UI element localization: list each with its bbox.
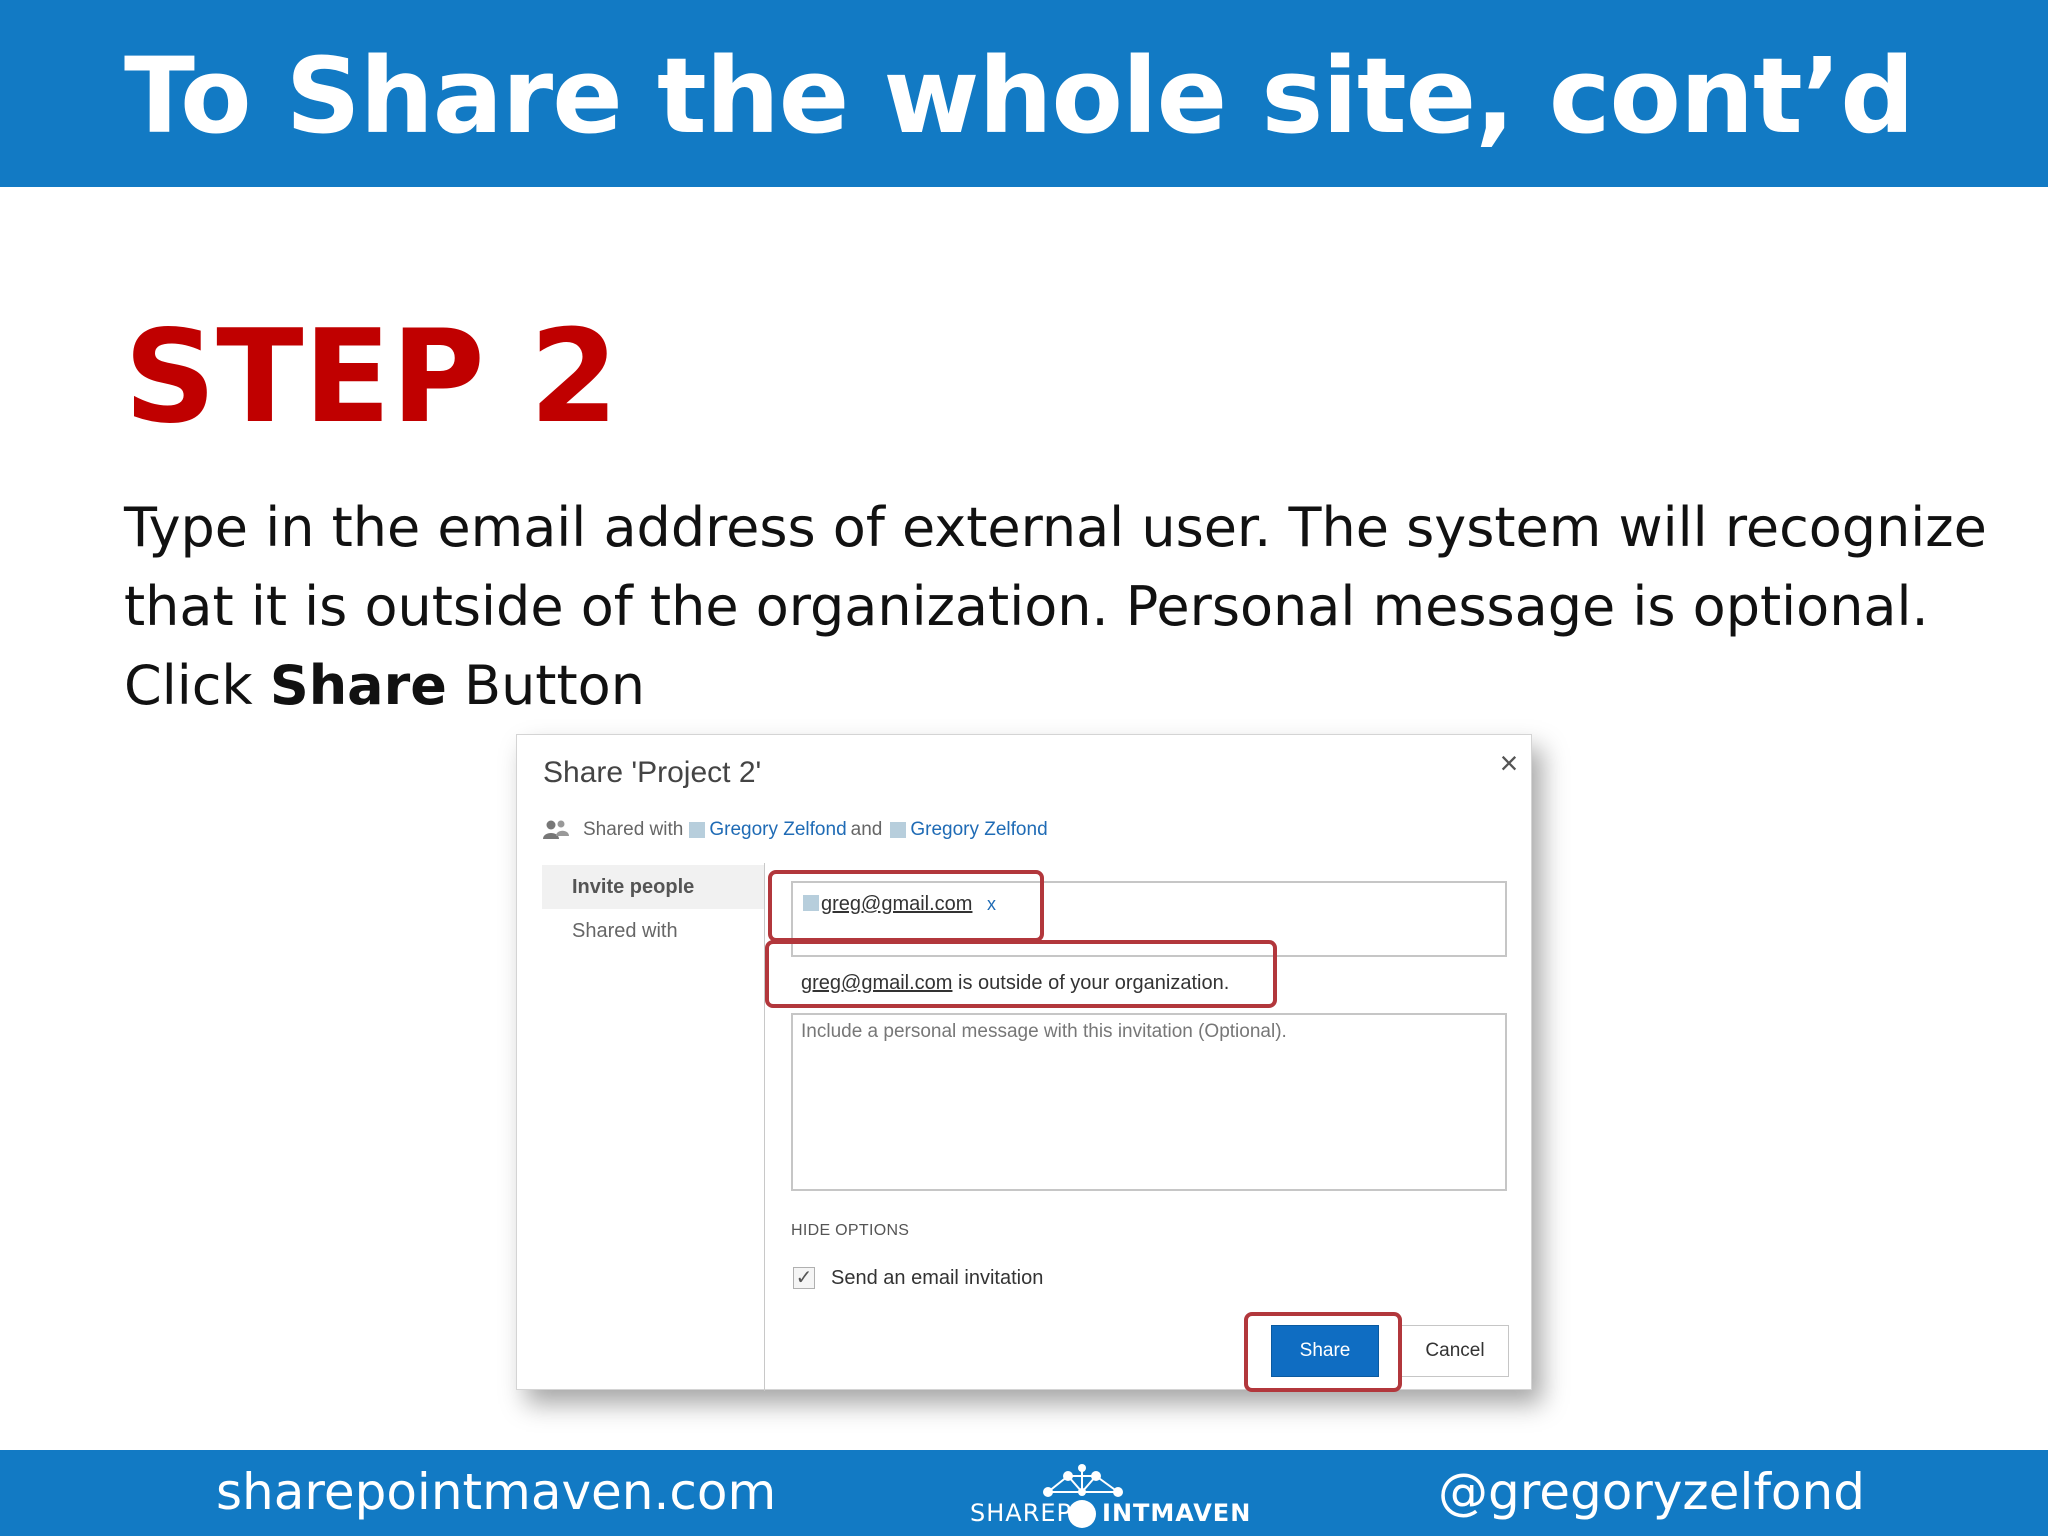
sharepointmaven-logo: SHAREP INTMAVEN bbox=[970, 1462, 1250, 1532]
footer-website: sharepointmaven.com bbox=[216, 1463, 777, 1521]
slide-footer: sharepointmaven.com SHAREP INTMAVEN @gre… bbox=[0, 1450, 2048, 1536]
send-email-checkbox[interactable]: ✓ bbox=[793, 1267, 815, 1289]
outside-organization-warning: greg@gmail.com is outside of your organi… bbox=[801, 969, 1229, 997]
shared-with-label: Shared with bbox=[583, 819, 684, 840]
outside-email: greg@gmail.com bbox=[801, 972, 953, 994]
dialog-title: Share 'Project 2' bbox=[543, 756, 762, 789]
instruction-text: Type in the email address of external us… bbox=[124, 488, 2004, 725]
logo-text: SHAREP INTMAVEN bbox=[970, 1498, 1251, 1528]
footer-twitter-handle: @gregoryzelfond bbox=[1438, 1463, 1865, 1521]
invite-token-email: greg@gmail.com bbox=[821, 893, 973, 915]
invite-people-input[interactable]: greg@gmail.com x bbox=[791, 881, 1507, 957]
send-email-label: Send an email invitation bbox=[831, 1267, 1044, 1289]
step-heading: STEP 2 bbox=[124, 303, 619, 452]
and-label: and bbox=[850, 819, 883, 840]
nav-divider bbox=[764, 863, 765, 1391]
close-icon[interactable]: × bbox=[1493, 743, 1525, 783]
slide-title: To Share the whole site, cont’d bbox=[124, 35, 1915, 157]
shared-with-line: Shared with Gregory Zelfond and Gregory … bbox=[543, 815, 1048, 845]
nav-item-invite-people[interactable]: Invite people bbox=[542, 865, 764, 909]
outside-text: is outside of your organization. bbox=[952, 972, 1230, 994]
slide-header: To Share the whole site, cont’d bbox=[0, 0, 2048, 187]
user-avatar bbox=[689, 822, 706, 838]
checkmark-icon: ✓ bbox=[795, 1267, 813, 1289]
user-token-icon bbox=[803, 895, 819, 911]
share-dialog: Share 'Project 2' × Shared with Gregory … bbox=[516, 734, 1532, 1391]
logo-text-right: INTMAVEN bbox=[1102, 1499, 1252, 1527]
user-avatar bbox=[890, 822, 907, 838]
shared-user-link[interactable]: Gregory Zelfond bbox=[709, 819, 846, 841]
remove-token-icon[interactable]: x bbox=[987, 891, 996, 917]
instruction-bold-share: Share bbox=[269, 654, 447, 717]
personal-message-input[interactable] bbox=[791, 1013, 1507, 1191]
instruction-text-part: Button bbox=[446, 654, 645, 717]
cancel-button[interactable]: Cancel bbox=[1401, 1325, 1509, 1377]
nav-item-shared-with[interactable]: Shared with bbox=[542, 909, 764, 953]
hide-options-link[interactable]: HIDE OPTIONS bbox=[791, 1219, 909, 1243]
logo-text-left: SHAREP bbox=[970, 1499, 1073, 1527]
people-icon bbox=[543, 820, 569, 839]
share-button[interactable]: Share bbox=[1271, 1325, 1379, 1377]
shared-user-link[interactable]: Gregory Zelfond bbox=[910, 819, 1047, 841]
